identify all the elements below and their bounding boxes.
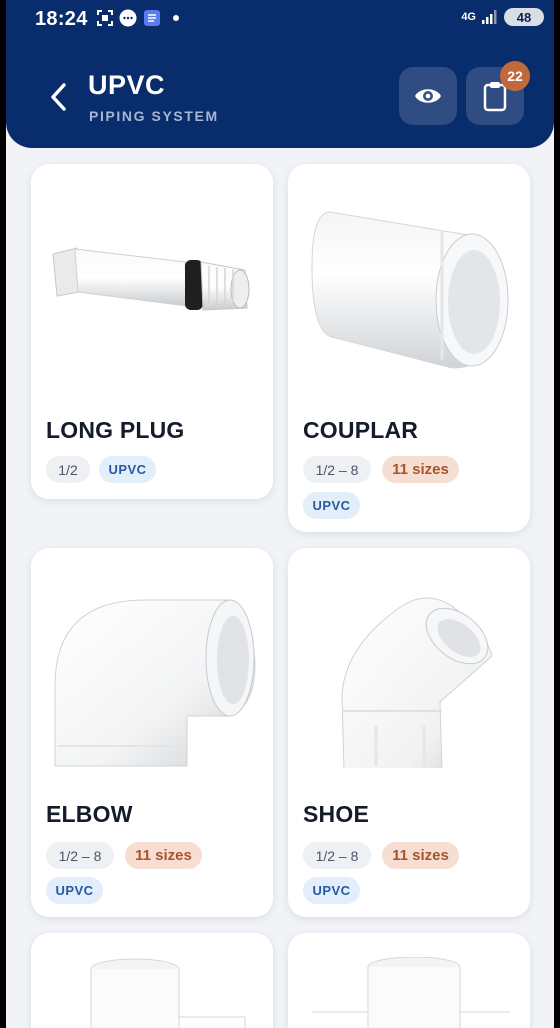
sizes-count-chip: 11 sizes	[382, 842, 459, 869]
material-chip: UPVC	[303, 877, 360, 904]
network-label: 4G	[461, 11, 476, 23]
product-name: LONG PLUG	[46, 417, 185, 443]
size-range-chip: 1/2 – 8	[303, 842, 371, 869]
screen: 18:24 4G 48 UPVC PIPING SYSTEM 22 LONG P…	[6, 0, 554, 1028]
long-plug-image	[52, 247, 250, 311]
tee-image	[90, 958, 246, 1028]
cross-image	[312, 957, 510, 1028]
status-bar: 18:24 4G 48	[6, 0, 554, 36]
product-name: ELBOW	[46, 801, 133, 827]
chat-icon	[119, 9, 137, 27]
sizes-count-chip: 11 sizes	[125, 842, 202, 869]
signal-icon	[482, 10, 497, 24]
product-card-elbow[interactable]: ELBOW 1/2 – 8 11 sizes UPVC	[31, 548, 273, 917]
cart-count-badge: 22	[500, 61, 530, 91]
material-chip: UPVC	[99, 456, 156, 483]
screenshot-icon	[97, 10, 113, 26]
product-card-couplar[interactable]: COUPLAR 1/2 – 8 11 sizes UPVC	[288, 164, 530, 532]
size-range-chip: 1/2	[46, 456, 90, 483]
back-icon[interactable]	[44, 80, 74, 114]
material-chip: UPVC	[303, 492, 360, 519]
battery-level: 48	[516, 9, 532, 25]
product-name: SHOE	[303, 801, 369, 827]
sizes-count-chip: 11 sizes	[382, 456, 459, 483]
eye-icon	[415, 89, 441, 103]
page-title: UPVC	[88, 70, 166, 100]
product-card-partial[interactable]	[31, 933, 273, 1028]
shoe-image	[341, 597, 493, 768]
status-time: 18:24	[35, 8, 88, 30]
app-header: 18:24 4G 48 UPVC PIPING SYSTEM 22	[6, 0, 554, 148]
elbow-image	[54, 599, 256, 767]
product-card-long-plug[interactable]: LONG PLUG 1/2 UPVC	[31, 164, 273, 499]
couplar-image	[311, 211, 509, 369]
notification-dot-icon	[173, 15, 179, 21]
product-card-partial[interactable]	[288, 933, 530, 1028]
view-button[interactable]	[399, 67, 457, 125]
document-icon	[144, 10, 160, 26]
product-name: COUPLAR	[303, 417, 419, 443]
size-range-chip: 1/2 – 8	[303, 456, 371, 483]
product-card-shoe[interactable]: SHOE 1/2 – 8 11 sizes UPVC	[288, 548, 530, 917]
battery-indicator: 48	[504, 8, 544, 26]
page-subtitle: PIPING SYSTEM	[89, 108, 219, 124]
material-chip: UPVC	[46, 877, 103, 904]
status-right: 4G 48	[461, 8, 544, 26]
size-range-chip: 1/2 – 8	[46, 842, 114, 869]
